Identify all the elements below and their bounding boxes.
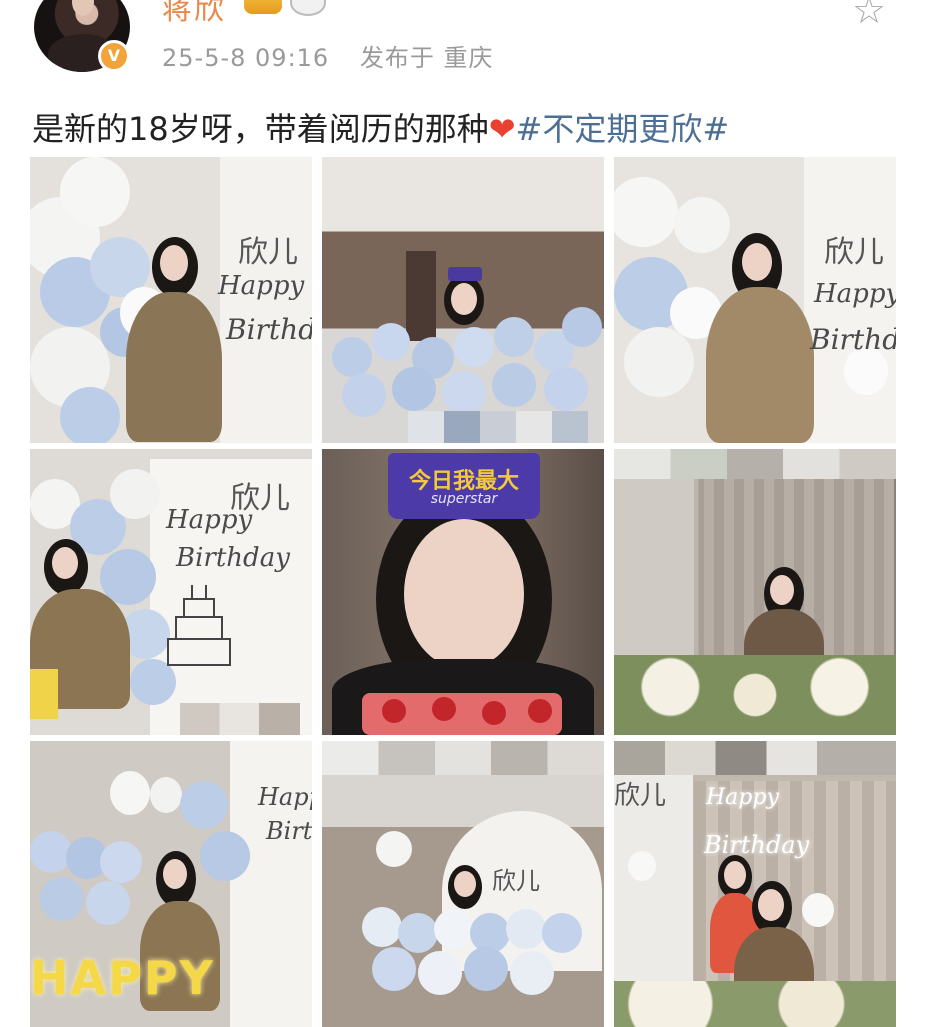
post-body: 是新的18岁呀，带着阅历的那种: [32, 110, 489, 148]
favorite-star-icon[interactable]: ☆: [852, 0, 886, 32]
photo-6[interactable]: [614, 449, 896, 735]
photo-3-sign: 欣儿: [824, 235, 884, 270]
panda-icon: [290, 0, 326, 16]
photo-4-happy: Happy: [166, 505, 253, 535]
heart-emoji-icon: ❤: [488, 110, 516, 148]
photo-7[interactable]: Happy Birthday HAPPY: [30, 741, 312, 1027]
photo-1-happy: Happy: [218, 271, 305, 301]
photo-1-sign: 欣儿: [238, 235, 298, 270]
cake-drawing-icon: [167, 585, 231, 666]
avatar-face: [72, 0, 94, 16]
photo-8-sign: 欣儿: [492, 867, 540, 895]
photo-1[interactable]: 欣儿 Happy Birthday: [30, 157, 312, 443]
photo-9-birthday: Birthday: [704, 831, 810, 859]
verified-badge-icon: V: [98, 40, 130, 72]
crown-subtext: superstar: [430, 491, 498, 507]
post-text: 是新的18岁呀，带着阅历的那种❤#不定期更欣#: [32, 104, 729, 150]
photo-7-happy: Happy: [258, 783, 312, 811]
happy-marquee-letters: HAPPY: [30, 951, 215, 1005]
post-meta: 25-5-8 09:16 发布于 重庆: [162, 38, 515, 73]
photo-1-birthday: Birthday: [226, 313, 312, 346]
topic-link[interactable]: #不定期更欣#: [516, 110, 730, 148]
photo-9-happy: Happy: [706, 785, 779, 810]
photo-9-sign: 欣儿: [614, 781, 667, 811]
photo-5[interactable]: 今日我最大 superstar: [322, 449, 604, 735]
photo-7-birthday: Birthday: [266, 817, 312, 845]
post-time: 25-5-8 09:16: [162, 44, 330, 72]
photo-4[interactable]: 欣儿 Happy Birthday: [30, 449, 312, 735]
photo-9[interactable]: 欣儿 Happy Birthday: [614, 741, 896, 1027]
post-location: 发布于 重庆: [359, 44, 494, 72]
username[interactable]: 蒋欣: [162, 0, 226, 28]
crown-icon: [244, 0, 282, 14]
photo-3-happy: Happy: [814, 279, 896, 309]
photo-8[interactable]: 欣儿: [322, 741, 604, 1027]
photo-4-birthday: Birthday: [176, 543, 290, 573]
photo-3[interactable]: 欣儿 Happy Birthday: [614, 157, 896, 443]
photo-2[interactable]: [322, 157, 604, 443]
photo-3-birthday: Birthday: [810, 323, 896, 356]
